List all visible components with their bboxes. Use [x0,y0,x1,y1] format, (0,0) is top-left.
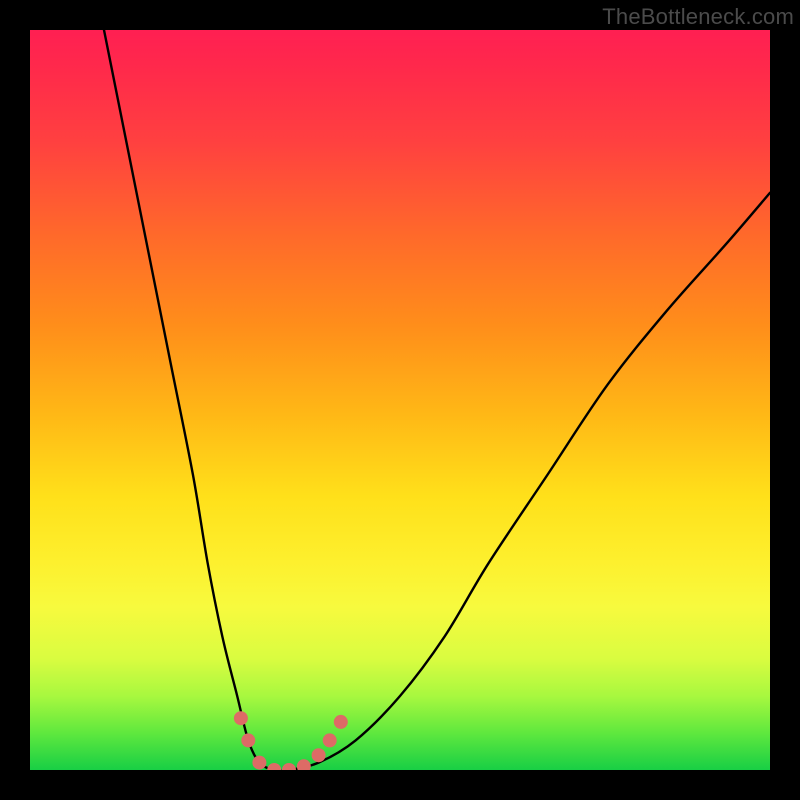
curve-svg [30,30,770,770]
plot-area [30,30,770,770]
marker-dot [323,733,337,747]
marker-dot [252,756,266,770]
marker-dot [282,763,296,770]
watermark-text: TheBottleneck.com [602,4,794,30]
marker-dot [334,715,348,729]
chart-container: TheBottleneck.com [0,0,800,800]
mismatch-curve-path [104,30,770,770]
marker-dot [267,763,281,770]
marker-dot [297,759,311,770]
marker-dot [312,748,326,762]
marker-dots-group [234,711,348,770]
marker-dot [234,711,248,725]
marker-dot [241,733,255,747]
